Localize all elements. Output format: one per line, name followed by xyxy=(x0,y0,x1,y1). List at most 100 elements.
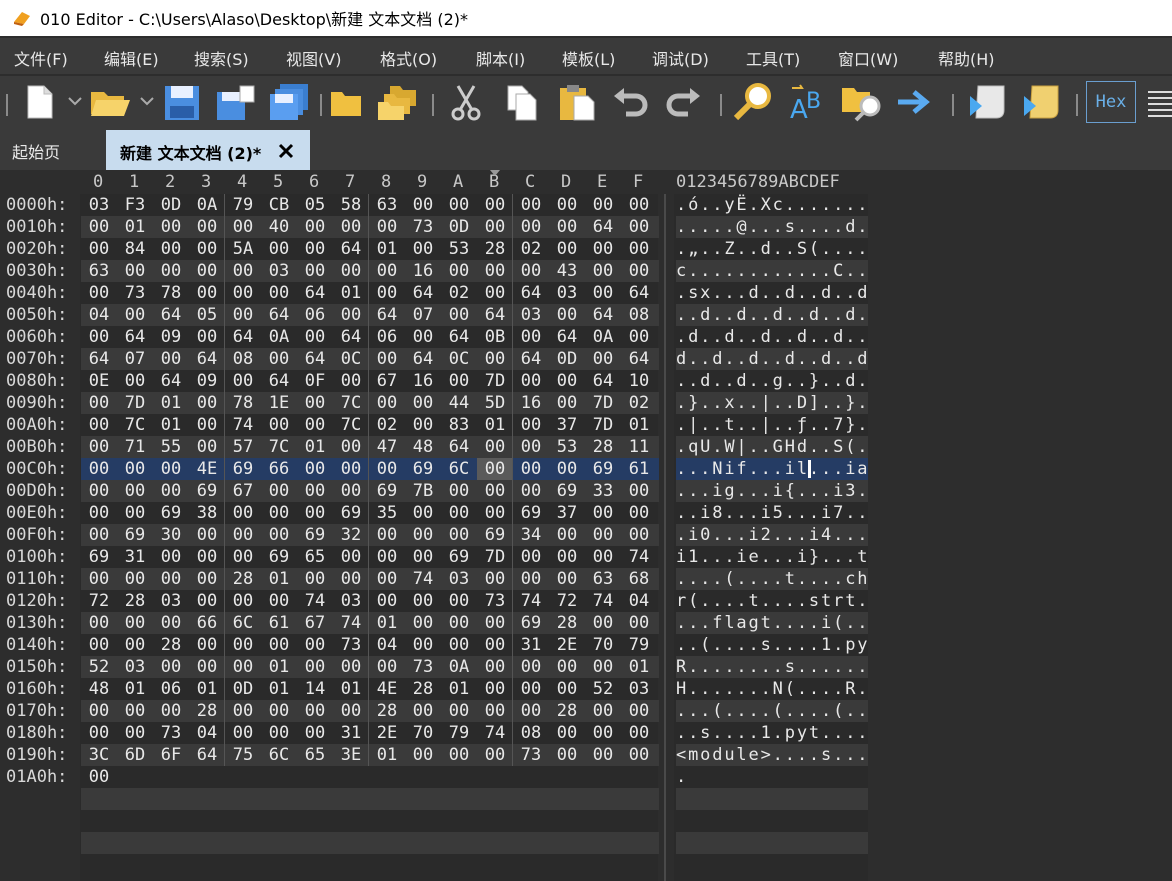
hex-byte[interactable]: 00 xyxy=(117,481,153,501)
hex-byte[interactable]: 00 xyxy=(261,503,297,523)
hex-byte[interactable]: 70 xyxy=(405,723,441,743)
hex-byte[interactable]: 7D xyxy=(477,547,513,567)
hex-byte[interactable]: 00 xyxy=(585,239,621,259)
hex-byte[interactable]: 7D xyxy=(477,371,513,391)
hex-byte[interactable]: 7D xyxy=(117,393,153,413)
hex-byte[interactable]: 00 xyxy=(621,217,657,237)
hex-byte[interactable]: 06 xyxy=(153,679,189,699)
hex-byte[interactable]: 00 xyxy=(297,481,333,501)
hex-byte[interactable]: 00 xyxy=(117,305,153,325)
hex-byte[interactable]: 00 xyxy=(585,745,621,765)
list-icon[interactable] xyxy=(1146,82,1172,122)
hex-mode-button[interactable]: Hex xyxy=(1086,81,1136,123)
hex-byte[interactable]: 78 xyxy=(153,283,189,303)
hex-byte[interactable]: 01 xyxy=(117,679,153,699)
hex-byte[interactable]: 00 xyxy=(405,613,441,633)
hex-byte[interactable]: 04 xyxy=(621,591,657,611)
hex-byte[interactable]: 00 xyxy=(81,635,117,655)
ascii-row-text[interactable]: .i0...i2...i4... xyxy=(676,525,869,545)
hex-byte[interactable]: 00 xyxy=(405,547,441,567)
hex-byte[interactable]: 68 xyxy=(621,569,657,589)
hex-byte[interactable]: 74 xyxy=(225,415,261,435)
hex-byte[interactable]: 00 xyxy=(585,657,621,677)
hex-byte[interactable]: 00 xyxy=(81,723,117,743)
hex-byte[interactable]: 00 xyxy=(405,635,441,655)
hex-byte[interactable]: 07 xyxy=(117,349,153,369)
ascii-row-text[interactable]: ...(....(....(.. xyxy=(676,701,869,721)
hex-byte[interactable]: 69 xyxy=(153,503,189,523)
hex-byte[interactable]: 0D xyxy=(549,349,585,369)
hex-byte[interactable]: 0C xyxy=(333,349,369,369)
hex-byte[interactable]: F3 xyxy=(117,195,153,215)
hex-byte[interactable]: 00 xyxy=(189,239,225,259)
hex-byte[interactable]: 00 xyxy=(297,657,333,677)
hex-byte[interactable]: 00 xyxy=(189,327,225,347)
hex-byte[interactable]: 00 xyxy=(333,305,369,325)
find-icon[interactable] xyxy=(732,82,776,122)
hex-byte[interactable]: 00 xyxy=(477,569,513,589)
hex-byte[interactable]: 09 xyxy=(153,327,189,347)
menu-item-9[interactable]: 窗口(W) xyxy=(838,46,898,70)
hex-byte[interactable]: 64 xyxy=(369,305,405,325)
hex-byte[interactable]: 00 xyxy=(477,481,513,501)
hex-byte[interactable]: 7D xyxy=(585,393,621,413)
hex-byte[interactable]: 00 xyxy=(153,657,189,677)
hex-byte[interactable]: 0A xyxy=(585,327,621,347)
hex-byte[interactable]: 7B xyxy=(405,481,441,501)
hex-byte[interactable]: 66 xyxy=(189,613,225,633)
folders-icon[interactable] xyxy=(376,82,420,122)
hex-byte[interactable]: 01 xyxy=(621,415,657,435)
ascii-row-text[interactable]: ..s....1.pyt.... xyxy=(676,723,869,743)
hex-byte[interactable]: 00 xyxy=(153,569,189,589)
hex-byte[interactable]: 00 xyxy=(261,415,297,435)
hex-byte[interactable]: 00 xyxy=(225,591,261,611)
hex-byte[interactable]: 00 xyxy=(585,349,621,369)
hex-byte[interactable]: 01 xyxy=(621,657,657,677)
hex-byte[interactable]: 33 xyxy=(585,481,621,501)
hex-byte[interactable]: 00 xyxy=(405,239,441,259)
menu-item-7[interactable]: 调试(D) xyxy=(652,46,709,70)
hex-byte[interactable]: 74 xyxy=(621,547,657,567)
hex-byte[interactable]: 4E xyxy=(189,459,225,479)
hex-byte[interactable]: 00 xyxy=(585,547,621,567)
hex-byte[interactable]: 00 xyxy=(81,613,117,633)
copy-icon[interactable] xyxy=(502,82,542,122)
hex-byte[interactable]: 34 xyxy=(513,525,549,545)
hex-byte[interactable]: 67 xyxy=(225,481,261,501)
hex-byte[interactable]: 16 xyxy=(405,371,441,391)
hex-byte[interactable]: 48 xyxy=(81,679,117,699)
hex-byte[interactable]: 00 xyxy=(153,613,189,633)
hex-byte[interactable]: 65 xyxy=(297,547,333,567)
hex-byte[interactable]: 06 xyxy=(297,305,333,325)
hex-byte[interactable]: 00 xyxy=(261,525,297,545)
hex-byte[interactable]: 0E xyxy=(81,371,117,391)
ascii-row-text[interactable]: ..d..d..d..d..d. xyxy=(676,305,869,325)
ascii-row-text[interactable]: d..d..d..d..d..d xyxy=(676,349,869,369)
hex-byte[interactable]: 00 xyxy=(225,305,261,325)
hex-byte[interactable]: 01 xyxy=(189,679,225,699)
hex-byte[interactable]: 00 xyxy=(369,569,405,589)
hex-byte[interactable]: 00 xyxy=(513,217,549,237)
hex-byte[interactable]: 03 xyxy=(117,657,153,677)
ascii-row-text[interactable]: ..i8...i5...i7.. xyxy=(676,503,869,523)
hex-byte[interactable]: 00 xyxy=(225,723,261,743)
hex-byte[interactable]: 00 xyxy=(369,393,405,413)
hex-byte[interactable]: 00 xyxy=(153,459,189,479)
hex-byte[interactable]: 44 xyxy=(441,393,477,413)
hex-byte[interactable]: 53 xyxy=(441,239,477,259)
hex-byte[interactable]: 11 xyxy=(621,437,657,457)
hex-byte[interactable]: 00 xyxy=(405,327,441,347)
hex-byte[interactable]: 03 xyxy=(441,569,477,589)
hex-byte[interactable]: 00 xyxy=(225,283,261,303)
hex-byte[interactable]: 00 xyxy=(513,547,549,567)
hex-byte[interactable]: 01 xyxy=(261,679,297,699)
hex-byte[interactable]: 64 xyxy=(333,239,369,259)
hex-byte[interactable]: 64 xyxy=(297,283,333,303)
hex-byte[interactable]: 00 xyxy=(621,525,657,545)
ascii-row-text[interactable]: ..(....s....1.py xyxy=(676,635,869,655)
hex-byte[interactable]: 69 xyxy=(297,525,333,545)
hex-byte[interactable]: 1E xyxy=(261,393,297,413)
hex-byte[interactable]: 00 xyxy=(477,459,513,479)
hex-byte[interactable]: 67 xyxy=(369,371,405,391)
hex-byte[interactable]: 00 xyxy=(189,635,225,655)
